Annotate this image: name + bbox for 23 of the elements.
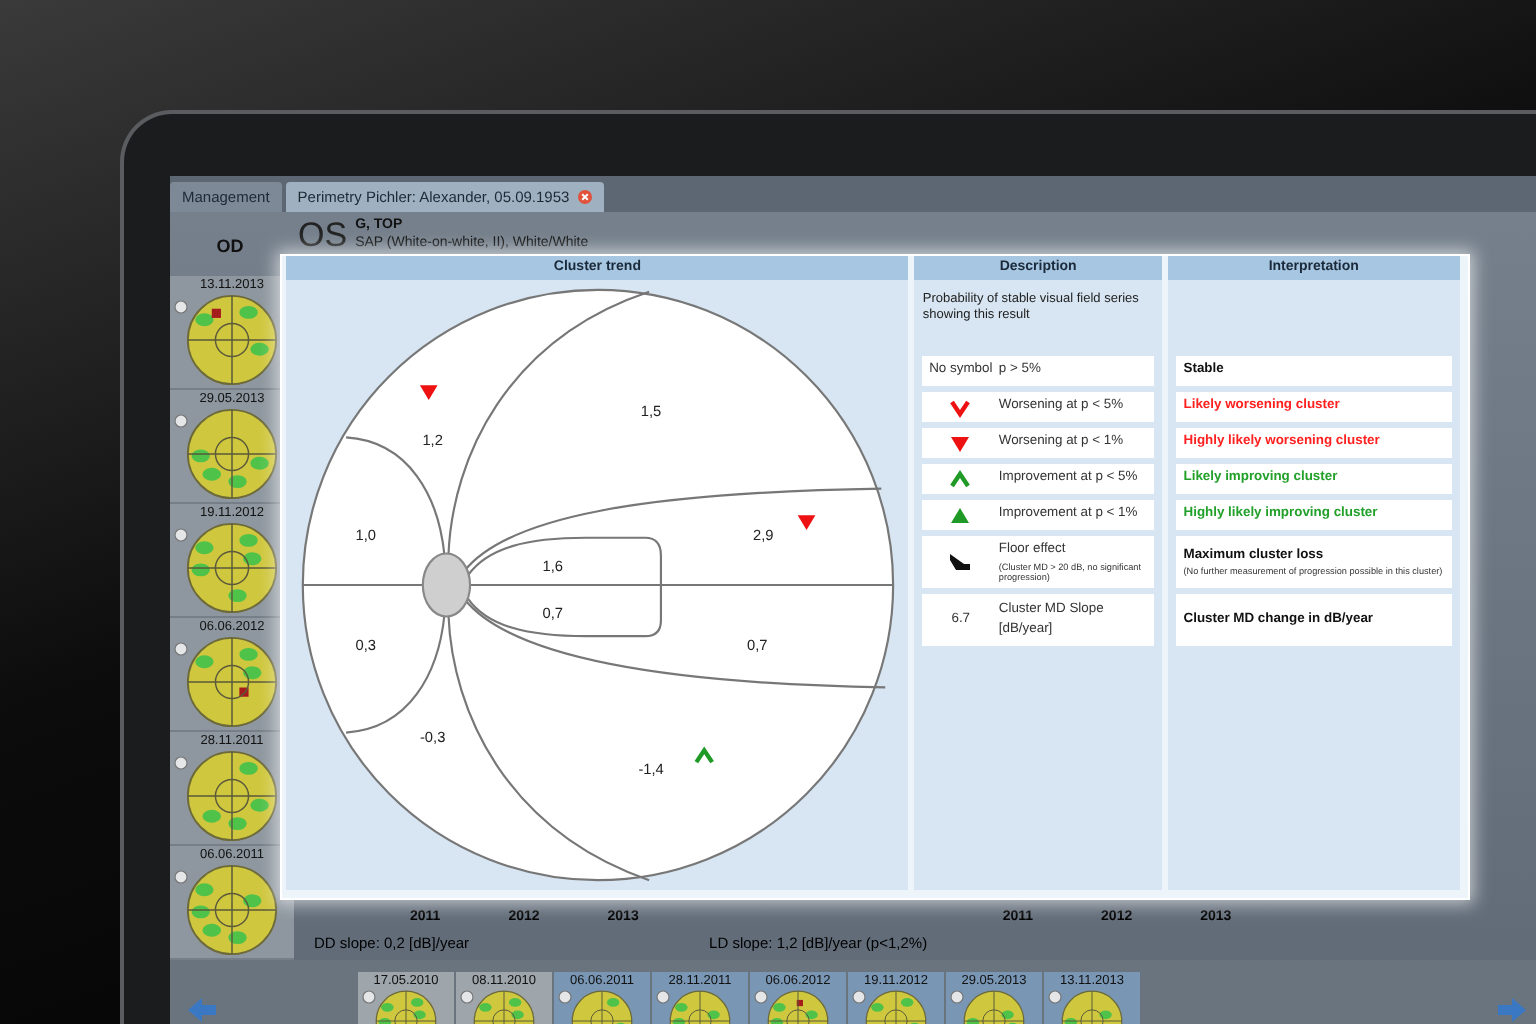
radio-icon[interactable] — [174, 300, 188, 314]
radio-icon[interactable] — [950, 990, 964, 1004]
radio-icon[interactable] — [174, 414, 188, 428]
radio-icon[interactable] — [174, 528, 188, 542]
visual-field-thumbnail[interactable] — [186, 636, 278, 728]
radio-icon[interactable] — [754, 990, 768, 1004]
visual-field-thumbnail[interactable] — [186, 408, 278, 500]
radio-icon[interactable] — [558, 990, 572, 1004]
eye-label: OD — [214, 234, 246, 260]
radio-icon[interactable] — [1048, 990, 1062, 1004]
radio-icon[interactable] — [174, 642, 188, 656]
visual-field-thumbnail[interactable] — [186, 294, 278, 386]
radio-icon[interactable] — [460, 990, 474, 1004]
visual-field-thumbnail[interactable] — [186, 750, 278, 842]
radio-icon[interactable] — [362, 990, 376, 1004]
close-icon[interactable] — [577, 189, 592, 204]
eye-label: OS — [298, 218, 348, 252]
radio-icon[interactable] — [656, 990, 670, 1004]
visual-field-thumbnail[interactable] — [186, 522, 278, 614]
radio-icon[interactable] — [852, 990, 866, 1004]
visual-field-thumbnail[interactable] — [186, 864, 278, 956]
radio-icon[interactable] — [174, 756, 188, 770]
radio-icon[interactable] — [174, 870, 188, 884]
